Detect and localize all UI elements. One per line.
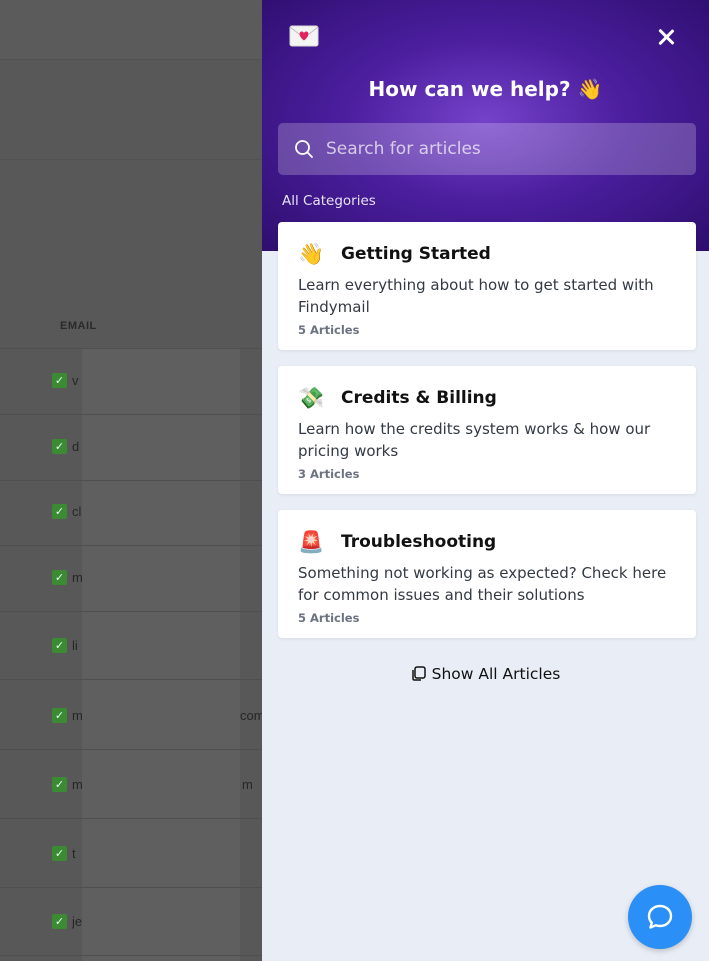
chat-launcher-button[interactable] (628, 885, 692, 949)
background-topbar (0, 0, 262, 60)
check-icon: ✓ (52, 777, 67, 792)
background-app: EMAIL ✓ v ✓ d ✓ cl ✓ m ✓ li ✓ m com ✓ m m ✓ t ✓ je (0, 0, 262, 961)
category-description: Learn how the credits system works & how… (298, 420, 651, 460)
check-icon: ✓ (52, 570, 67, 585)
waving-hand-icon: 👋 (298, 242, 325, 266)
table-row: ✓ cl (0, 480, 262, 546)
email-prefix: je (72, 914, 83, 929)
category-card-getting-started[interactable]: 👋 Getting Started Learn everything about… (278, 222, 696, 350)
email-prefix: m (72, 570, 83, 585)
category-title: Getting Started (341, 244, 491, 264)
category-title: Troubleshooting (341, 532, 497, 552)
category-description: Something not working as expected? Check… (298, 564, 667, 604)
check-icon: ✓ (52, 846, 67, 861)
table-row: ✓ m (0, 546, 262, 612)
category-description: Learn everything about how to get starte… (298, 276, 654, 316)
table-row: ✓ je (0, 890, 262, 956)
email-column-header: EMAIL (60, 320, 97, 332)
check-icon: ✓ (52, 439, 67, 454)
envelope-heart-icon (289, 25, 319, 47)
category-card-credits-billing[interactable]: 💸 Credits & Billing Learn how the credit… (278, 366, 696, 494)
help-header: How can we help? 👋 All Categories (262, 0, 709, 251)
help-panel: How can we help? 👋 All Categories 👋 Gett… (262, 0, 709, 961)
email-prefix: t (72, 846, 76, 861)
chat-bubble-icon (647, 904, 673, 929)
help-title: How can we help? 👋 (368, 77, 603, 101)
close-button[interactable] (655, 26, 677, 48)
email-prefix: li (72, 638, 78, 653)
email-prefix: v (72, 373, 79, 388)
category-card-troubleshooting[interactable]: 🚨 Troubleshooting Something not working … (278, 510, 696, 638)
check-icon: ✓ (52, 504, 67, 519)
article-count: 3 Articles (298, 467, 360, 481)
email-prefix: m (72, 777, 83, 792)
email-prefix: m (72, 708, 83, 723)
category-title: Credits & Billing (341, 388, 497, 408)
categories-label: All Categories (282, 193, 376, 209)
article-count: 5 Articles (298, 323, 360, 337)
check-icon: ✓ (52, 708, 67, 723)
article-count: 5 Articles (298, 611, 360, 625)
table-row: ✓ v (0, 349, 262, 415)
email-prefix: cl (72, 504, 82, 519)
table-row: ✓ m m (0, 753, 262, 819)
money-wings-icon: 💸 (298, 386, 325, 410)
email-suffix: m (242, 777, 253, 792)
check-icon: ✓ (52, 638, 67, 653)
background-toolbar (0, 60, 262, 160)
table-row: ✓ t (0, 822, 262, 888)
search-input[interactable] (326, 139, 696, 159)
table-row: ✓ d (0, 415, 262, 481)
search-icon (295, 140, 313, 158)
email-prefix: d (72, 439, 80, 454)
check-icon: ✓ (52, 914, 67, 929)
show-all-label: Show All Articles (431, 665, 561, 683)
siren-icon: 🚨 (298, 530, 325, 554)
copy-icon (411, 666, 426, 681)
show-all-articles-link[interactable]: Show All Articles (262, 665, 709, 683)
search-box[interactable] (278, 123, 696, 175)
check-icon: ✓ (52, 373, 67, 388)
table-row: ✓ li (0, 614, 262, 680)
table-row: ✓ m com (0, 684, 262, 750)
email-suffix: com (240, 708, 262, 723)
